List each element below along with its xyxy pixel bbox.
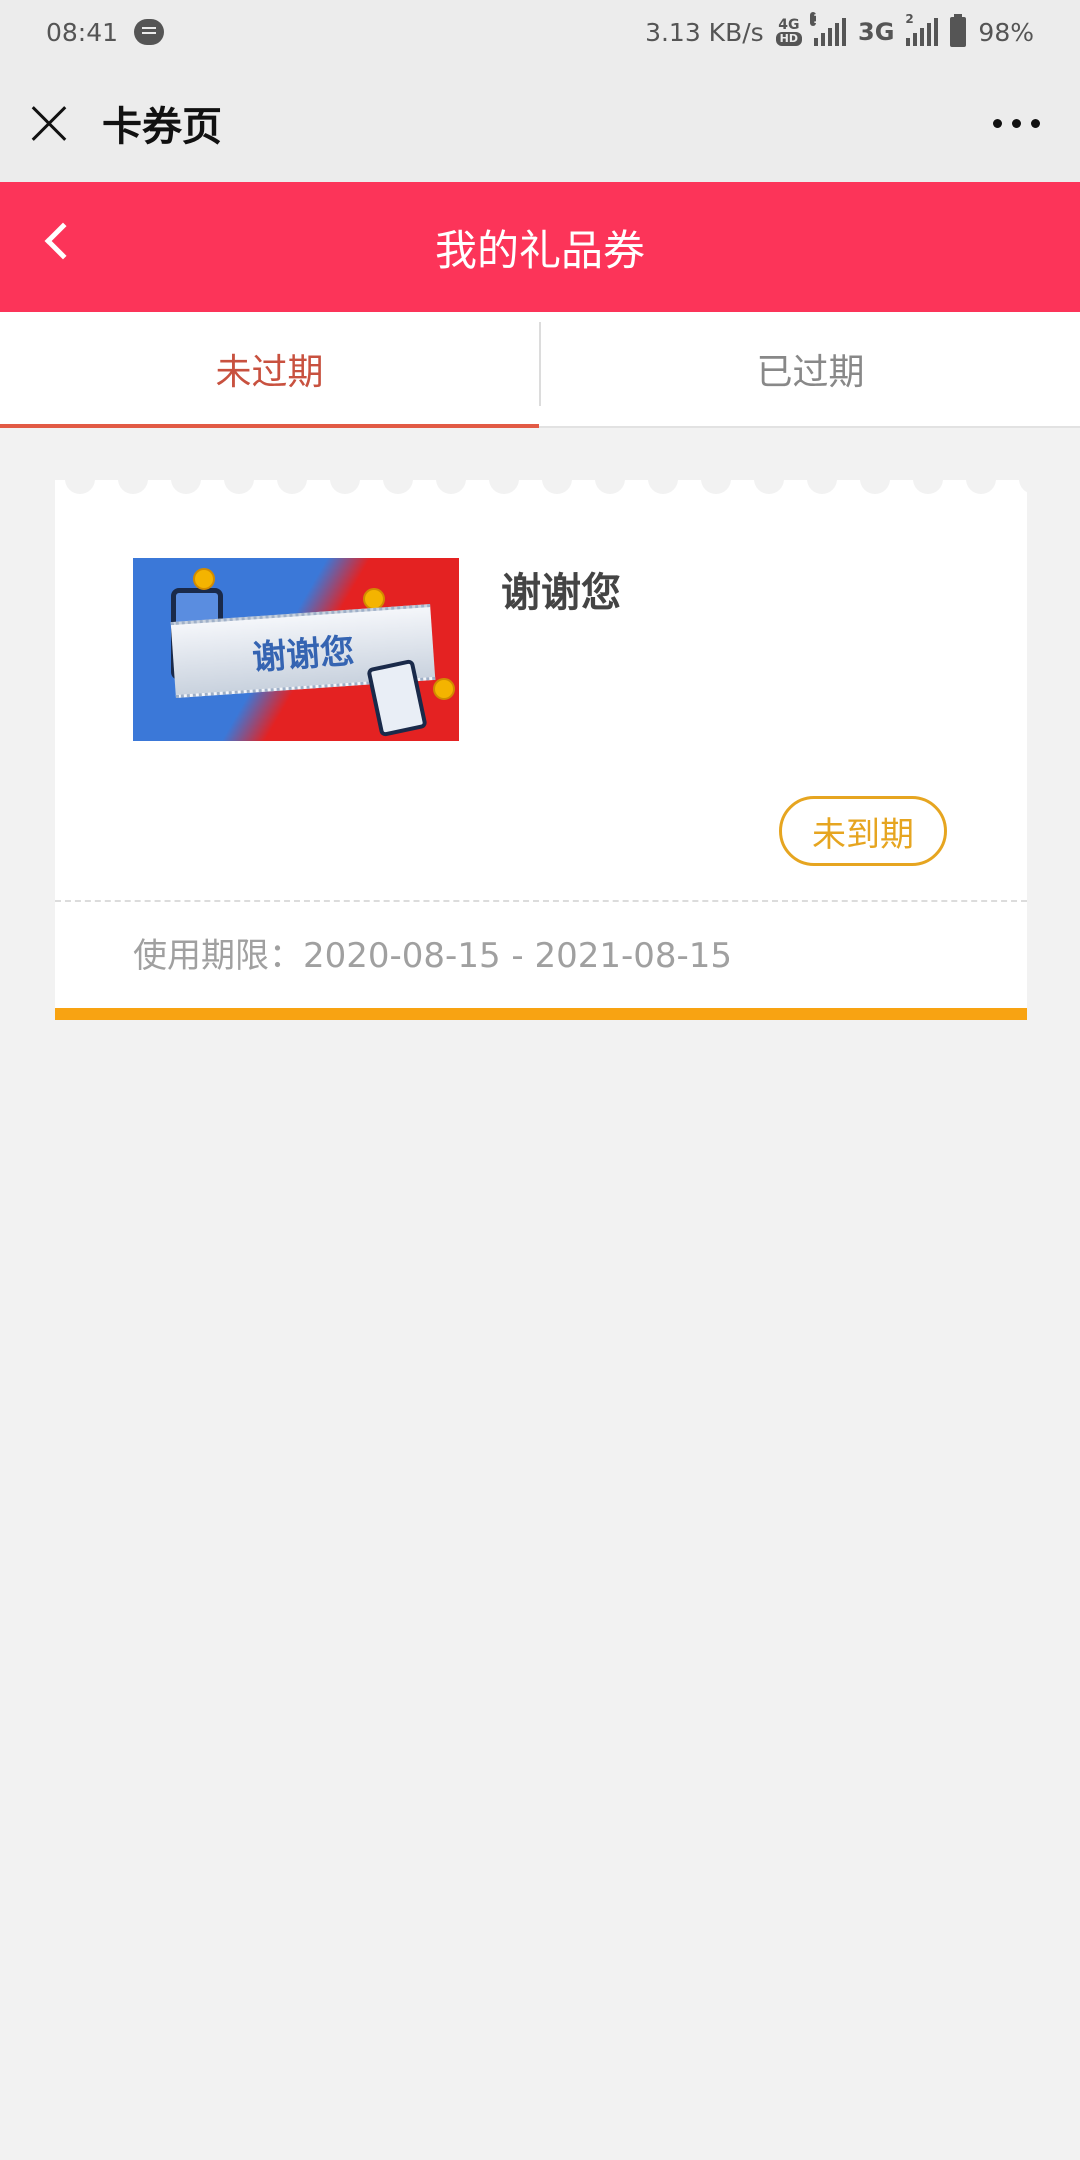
tab-expired[interactable]: 已过期 <box>541 312 1080 426</box>
coupon-image-text: 谢谢您 <box>250 630 356 679</box>
scallop-notch <box>1019 480 1027 494</box>
tab-unexpired-label: 未过期 <box>215 352 324 393</box>
sim1-label: 1 <box>810 12 821 26</box>
sim2-label: 2 <box>905 12 914 26</box>
coupon-bottom-bar <box>55 1008 1027 1020</box>
scallop-notch <box>913 480 943 494</box>
scallop-notch <box>807 480 837 494</box>
scallop-notch <box>860 480 890 494</box>
scallop-notch <box>65 480 95 494</box>
scallop-notch <box>436 480 466 494</box>
coupon-status-label: 未到期 <box>812 814 914 855</box>
scallop-notch <box>701 480 731 494</box>
scallop-notch <box>277 480 307 494</box>
scallop-notch <box>966 480 996 494</box>
more-options-icon[interactable] <box>993 118 1040 128</box>
coupon-scalloped-edge <box>55 480 1027 494</box>
scallop-notch <box>118 480 148 494</box>
battery-icon <box>950 14 967 47</box>
signal-sim1-icon: 1 <box>810 12 847 46</box>
signal-sim2-icon: 2 <box>905 12 939 46</box>
coin-icon <box>433 678 455 700</box>
clock: 08:41 <box>46 17 119 47</box>
network-4g-label: 4G <box>778 17 800 33</box>
coin-icon <box>193 568 215 590</box>
network-speed: 3.13 KB/s <box>645 17 764 47</box>
coupon-validity: 使用期限：2020-08-15 - 2021-08-15 <box>133 936 733 976</box>
scallop-notch <box>542 480 572 494</box>
scallop-notch <box>171 480 201 494</box>
scallop-notch <box>383 480 413 494</box>
4g-hd-icon: 4G HD <box>775 17 803 46</box>
scallop-notch <box>648 480 678 494</box>
network-3g-label: 3G <box>858 18 895 46</box>
battery-percent: 98% <box>978 17 1034 47</box>
mini-program-title-bar: 卡券页 <box>0 64 1080 182</box>
status-bar: 08:41 3.13 KB/s 4G HD 1 3G 2 98% <box>0 0 1080 64</box>
header-title: 我的礼品券 <box>434 225 645 275</box>
tab-bar: 未过期 已过期 <box>0 312 1080 428</box>
scallop-notch <box>489 480 519 494</box>
page-title: 卡券页 <box>102 104 222 150</box>
coupon-image: 谢谢您 <box>133 558 459 741</box>
coupon-status-badge: 未到期 <box>779 796 947 866</box>
message-notification-icon <box>134 19 165 45</box>
scallop-notch <box>330 480 360 494</box>
network-hd-label: HD <box>775 32 803 46</box>
tab-unexpired[interactable]: 未过期 <box>0 312 539 428</box>
coupon-card[interactable]: 谢谢您 谢谢您 未到期 使用期限：2020-08-15 - 2021-08-15 <box>55 480 1027 1020</box>
tab-expired-label: 已过期 <box>756 352 865 393</box>
header-bar: 我的礼品券 <box>0 182 1080 312</box>
scallop-notch <box>595 480 625 494</box>
scallop-notch <box>754 480 784 494</box>
coupon-name: 谢谢您 <box>501 570 621 616</box>
back-arrow-icon[interactable] <box>44 222 82 260</box>
divider <box>55 900 1027 902</box>
close-icon[interactable] <box>30 104 68 142</box>
scallop-notch <box>224 480 254 494</box>
